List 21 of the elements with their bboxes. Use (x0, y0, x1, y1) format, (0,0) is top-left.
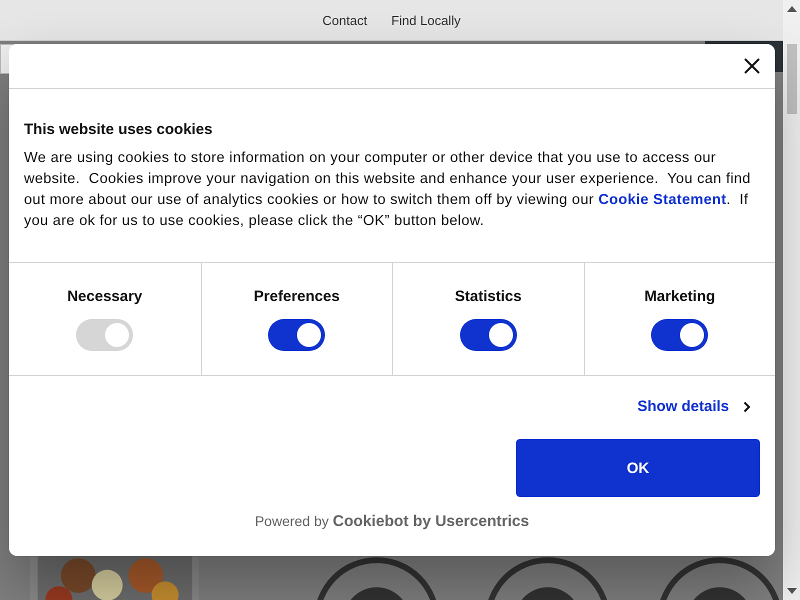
category-label: Preferences (254, 288, 340, 304)
ok-button[interactable]: OK (516, 439, 760, 497)
nav-link[interactable]: Contact (322, 12, 368, 28)
category-label: Marketing (644, 288, 716, 304)
powered-by-label: Powered by (254, 513, 329, 529)
toggle-switch[interactable] (268, 318, 326, 350)
brand-name: Cookiebot by Usercentrics (332, 513, 530, 531)
category-label: Necessary (67, 288, 142, 304)
toggle-switch[interactable] (651, 318, 708, 350)
scrollbar-thumb[interactable] (786, 44, 796, 114)
chevron-right-icon (743, 400, 751, 412)
cookie-statement-link[interactable]: Cookie Statement (598, 192, 726, 208)
scrollbar[interactable] (783, 0, 800, 600)
cookie-description: We are using cookies to store information on your computer or other device that you use to access our website. Cookies improve your navigation on this website and enhance your user experience. You can find out more about our use of analytics cookies or how to switch them off by viewing our Cookie Statement. If you are ok for us to use cookies, please click the “OK” button below. (24, 149, 752, 231)
scroll-up-icon[interactable] (786, 5, 796, 13)
dialog-title: This website uses cookies (24, 121, 214, 138)
scroll-down-icon[interactable] (786, 587, 796, 595)
show-details-link[interactable]: Show details (637, 398, 751, 415)
nav-link[interactable]: Find Locally (391, 12, 461, 28)
toggle-switch[interactable] (460, 318, 517, 350)
category-label: Statistics (454, 288, 522, 304)
